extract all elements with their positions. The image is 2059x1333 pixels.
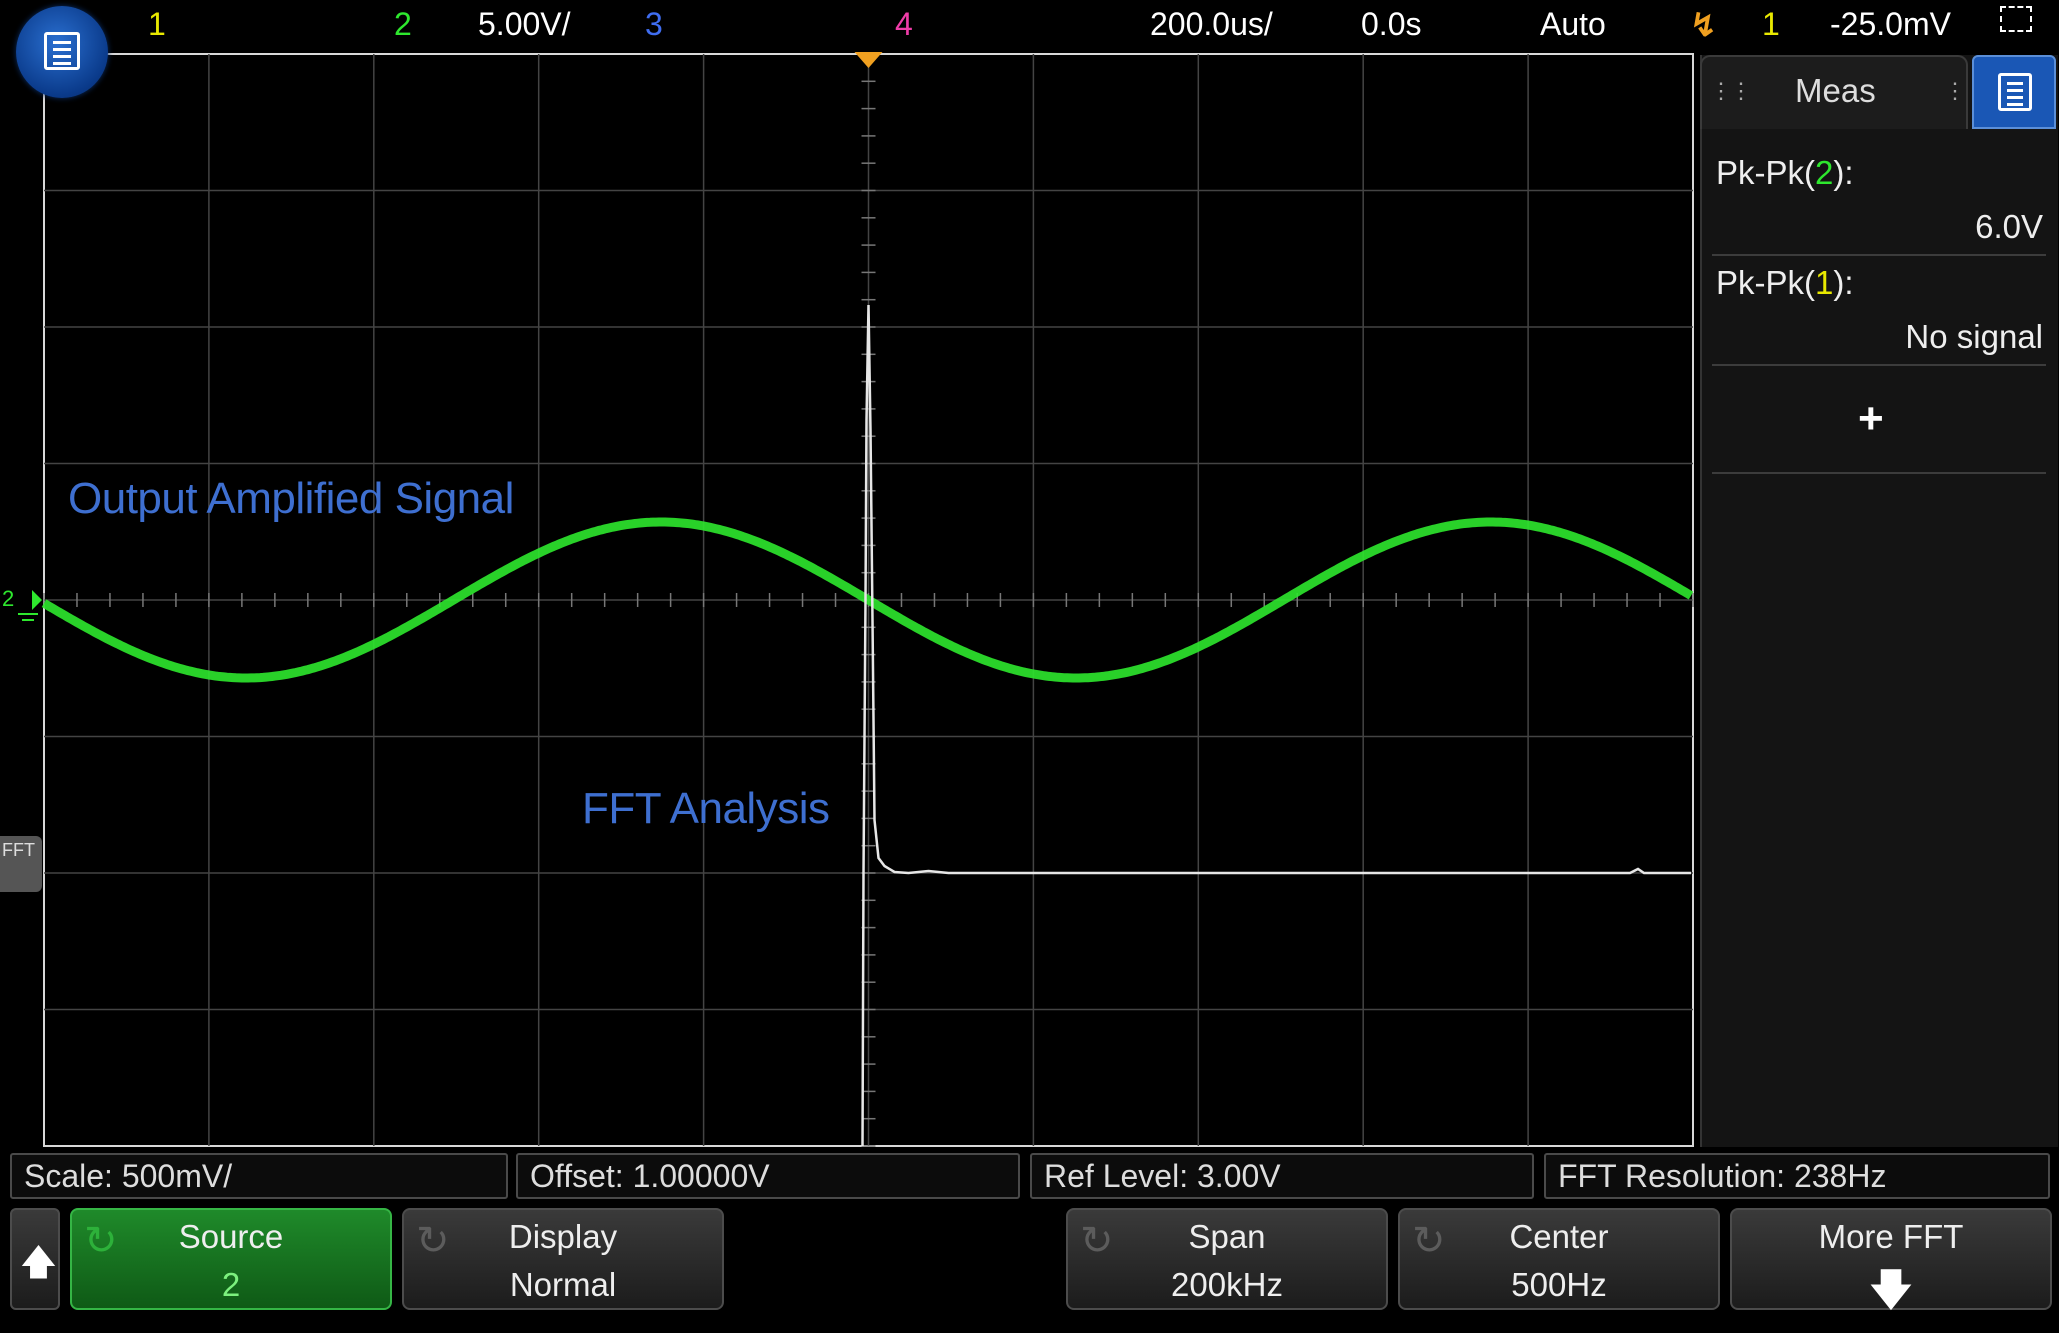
channel-2-offset-arrow bbox=[32, 590, 42, 610]
trigger-position-marker bbox=[854, 52, 883, 68]
trigger-source: 1 bbox=[1762, 6, 1780, 42]
time-delay: 0.0s bbox=[1361, 6, 1422, 42]
channel-1-indicator[interactable]: 1 bbox=[148, 6, 166, 43]
display-title: Display bbox=[508, 1218, 618, 1255]
offset-readout: Offset: 1.00000V bbox=[516, 1153, 1020, 1199]
channel-2-ground-marker[interactable]: 2 bbox=[2, 586, 14, 612]
meas-divider bbox=[1712, 472, 2046, 474]
fft-analysis-label: FFT Analysis bbox=[582, 784, 830, 833]
menu-icon bbox=[1998, 73, 2032, 111]
channel-3-indicator[interactable]: 3 bbox=[645, 6, 663, 43]
status-bar: 1 2 5.00V/ 3 4 200.0us/ 0.0s Auto ↯ 1 -2… bbox=[0, 0, 2059, 52]
trigger-level[interactable]: -25.0mV bbox=[1830, 6, 1951, 43]
meas-item-label[interactable]: Pk-Pk(2): bbox=[1716, 154, 1854, 192]
trigger-mode[interactable]: Auto bbox=[1540, 6, 1606, 43]
fft-trace bbox=[861, 304, 1691, 1147]
meas-item-value: 6.0V bbox=[1975, 208, 2043, 245]
fft-marker-label: FFT bbox=[2, 840, 35, 860]
ref-level-readout: Ref Level: 3.00V bbox=[1030, 1153, 1534, 1199]
meas-item-value: No signal bbox=[1905, 318, 2043, 355]
channel-2-scale: 5.00V/ bbox=[478, 6, 571, 42]
back-button[interactable]: 🡅 bbox=[10, 1208, 60, 1310]
source-title: Source bbox=[178, 1218, 284, 1255]
meas-divider bbox=[1712, 254, 2046, 256]
scale-readout: Scale: 500mV/ bbox=[10, 1153, 508, 1199]
output-signal-label: Output Amplified Signal bbox=[68, 474, 514, 523]
center-title: Center bbox=[1509, 1218, 1609, 1255]
span-title: Span bbox=[1188, 1218, 1266, 1255]
trigger-edge-icon: ↯ bbox=[1690, 7, 1717, 43]
meas-item-label[interactable]: Pk-Pk(1): bbox=[1716, 264, 1854, 302]
channel-2-indicator[interactable]: 2 bbox=[394, 6, 412, 43]
timebase-scale[interactable]: 200.0us/ bbox=[1150, 6, 1273, 43]
span-softkey[interactable]: ↻ Span 200kHz bbox=[1066, 1208, 1388, 1310]
more-fft-title: More FFT bbox=[1818, 1218, 1964, 1255]
source-softkey[interactable]: ↻ Source 2 bbox=[70, 1208, 392, 1310]
display-softkey[interactable]: ↻ Display Normal bbox=[402, 1208, 724, 1310]
main-menu-button[interactable] bbox=[16, 6, 108, 98]
more-fft-softkey[interactable]: More FFT 🡇 bbox=[1730, 1208, 2052, 1315]
drag-handle-icon[interactable]: ⋮⋮ bbox=[1710, 78, 1752, 104]
zoom-select-icon[interactable] bbox=[2000, 6, 2032, 32]
display-value: Normal bbox=[509, 1266, 617, 1303]
fft-resolution-readout: FFT Resolution: 238Hz bbox=[1544, 1153, 2050, 1199]
channel-4-indicator[interactable]: 4 bbox=[895, 6, 913, 43]
fft-marker[interactable]: FFT bbox=[0, 836, 42, 892]
menu-icon bbox=[44, 32, 80, 70]
source-value: 2 bbox=[221, 1266, 241, 1303]
meas-divider bbox=[1712, 364, 2046, 366]
meas-menu-button[interactable] bbox=[1972, 55, 2056, 129]
tab-meas-label: Meas bbox=[1795, 72, 1876, 109]
up-arrow-icon: 🡅 bbox=[20, 1241, 58, 1282]
span-value: 200kHz bbox=[1171, 1266, 1283, 1303]
down-arrow-icon: 🡇 bbox=[1868, 1266, 1914, 1315]
add-measurement-button[interactable]: + bbox=[1858, 394, 1884, 444]
center-value: 500Hz bbox=[1511, 1266, 1607, 1303]
center-softkey[interactable]: ↻ Center 500Hz bbox=[1398, 1208, 1720, 1310]
